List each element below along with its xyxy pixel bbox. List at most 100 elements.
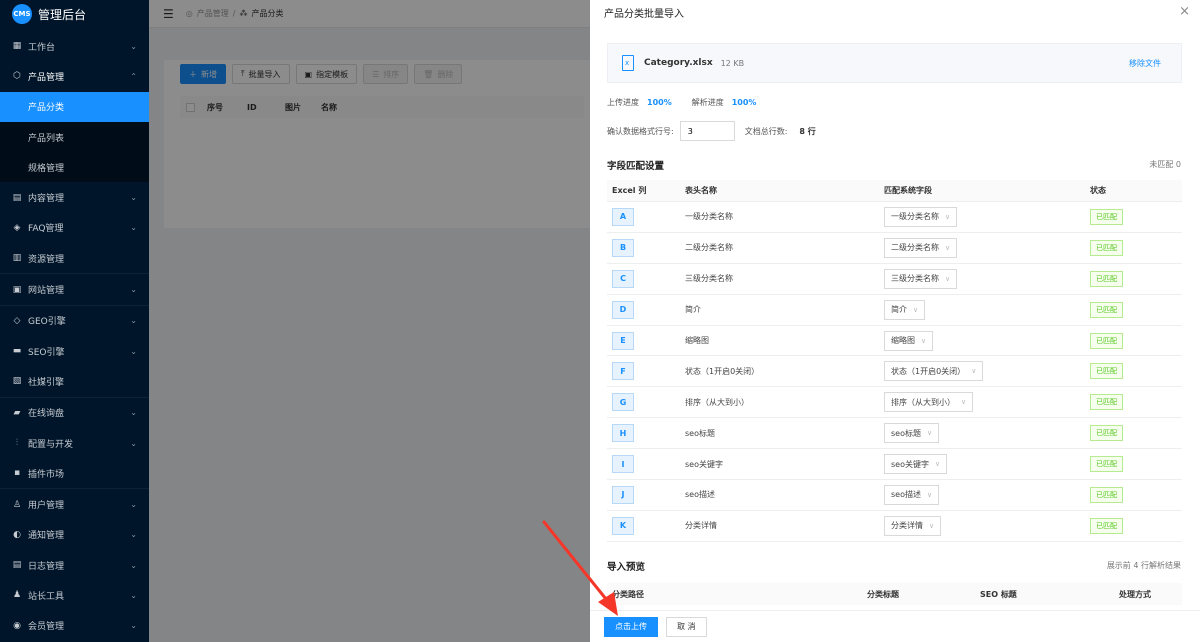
bell-icon: ◐	[13, 529, 21, 540]
remove-file-link[interactable]: 移除文件	[1129, 58, 1161, 69]
system-field-select[interactable]: 二级分类名称 ∨	[884, 237, 958, 258]
cancel-button[interactable]: 取 消	[666, 616, 707, 637]
tag-icon: ◈	[13, 222, 21, 233]
excel-col-cell: F	[607, 362, 685, 381]
sidebar-item[interactable]: ◉ 会员管理 ⌄	[0, 611, 149, 641]
sidebar-item-label: 网站管理	[28, 286, 65, 297]
table-row: Jseo描述 seo描述 ∨ 已匹配	[607, 480, 1182, 511]
sidebar-item[interactable]: ⬡ 产品管理 ⌃	[0, 61, 149, 91]
drawer-title: 产品分类批量导入	[604, 8, 684, 20]
chevron-icon: ⌄	[130, 408, 137, 418]
sidebar-item-label: 日志管理	[28, 561, 65, 572]
system-field-select[interactable]: 状态（1开启0关闭） ∨	[884, 361, 984, 382]
status-cell: 已匹配	[1090, 486, 1182, 503]
table-row: E 缩略图 缩略图 ∨ 已匹配	[607, 326, 1182, 357]
sidebar-item[interactable]: ⫶ 配置与开发 ⌄	[0, 428, 149, 458]
select-value: 缩略图	[891, 336, 915, 345]
chevron-icon: ⌄	[130, 438, 137, 448]
sidebar-item[interactable]: ▰ 在线询盘 ⌄	[0, 398, 149, 428]
sidebar-item[interactable]: ◈ FAQ管理 ⌄	[0, 213, 149, 243]
column-letter-badge: G	[612, 393, 634, 412]
excel-col-cell: B	[607, 238, 685, 257]
chevron-down-icon: ∨	[945, 243, 951, 252]
system-field-select[interactable]: 三级分类名称 ∨	[884, 268, 958, 289]
sidebar-item[interactable]: ▬ SEO引擎 ⌄	[0, 336, 149, 366]
chevron-icon: ⌄	[130, 500, 137, 510]
table-row: G 排序（从大到小） 排序（从大到小） ∨ 已匹配	[607, 387, 1182, 419]
sidebar-item[interactable]: ◇ GEO引擎 ⌄	[0, 306, 149, 336]
select-value: seo标题	[891, 428, 921, 438]
table-row: C 三级分类名称 三级分类名称 ∨ 已匹配	[607, 264, 1182, 295]
chat-icon: ▰	[13, 407, 21, 418]
sidebar-item[interactable]: ▤ 日志管理 ⌄	[0, 550, 149, 580]
member-icon: ◉	[13, 620, 21, 631]
chevron-icon: ⌄	[130, 223, 137, 233]
preview-title: 导入预览	[607, 562, 646, 573]
plugin-icon: ▪	[13, 468, 21, 479]
header-name-cell: 缩略图	[685, 336, 709, 345]
col-excel: Excel 列	[612, 186, 647, 195]
logo[interactable]: CMS 管理后台	[0, 0, 149, 28]
upload-button[interactable]: 点击上传	[604, 616, 658, 637]
sidebar-item[interactable]: ▣ 网站管理 ⌄	[0, 274, 149, 304]
submenu-item[interactable]: 规格管理	[0, 152, 149, 182]
chevron-icon: ⌄	[130, 285, 137, 295]
system-field-select[interactable]: 分类详情 ∨	[884, 515, 942, 536]
status-badge: 已匹配	[1090, 301, 1123, 318]
column-letter-badge: E	[612, 331, 634, 350]
chevron-icon: ⌄	[130, 530, 137, 540]
column-letter-badge: K	[612, 516, 634, 535]
unmatched-count: 未匹配 0	[1149, 160, 1181, 169]
format-row-input[interactable]	[679, 121, 735, 141]
sidebar-item-label: 产品管理	[28, 72, 65, 83]
table-row: A 一级分类名称 一级分类名称 ∨ 已匹配	[607, 202, 1182, 233]
sidebar: CMS 管理后台 ▦ 工作台 ⌄ ⬡ 产品管理 ⌃ 产品分类 产品列表 规格管理 ▤ 内容管理 ⌄ ◈ F…	[0, 0, 149, 642]
close-icon[interactable]: ×	[1179, 4, 1190, 19]
sidebar-item[interactable]: ♙ 用户管理 ⌄	[0, 489, 149, 519]
sidebar-item[interactable]: ◐ 通知管理 ⌄	[0, 520, 149, 550]
app-title: 管理后台	[38, 7, 87, 22]
table-row: D 简介 简介 ∨ 已匹配	[607, 295, 1182, 326]
submenu-item[interactable]: 产品列表	[0, 122, 149, 152]
excel-col-cell: K	[607, 516, 685, 535]
header-name-cell: 分类详情	[685, 521, 717, 531]
system-field-select[interactable]: 简介 ∨	[884, 299, 926, 320]
select-value: seo关键字	[891, 459, 929, 469]
column-letter-badge: I	[612, 455, 634, 474]
sliders-icon: ⫶	[15, 438, 19, 448]
field-cell: 简介 ∨	[884, 299, 1090, 320]
sidebar-item[interactable]: ♟ 站长工具 ⌄	[0, 580, 149, 610]
sidebar-item-label: 站长工具	[28, 591, 65, 602]
cube-icon: ⬡	[13, 71, 21, 82]
column-letter-badge: D	[612, 300, 634, 319]
sidebar-item[interactable]: ▪ 插件市场	[0, 458, 149, 488]
status-cell: 已匹配	[1090, 394, 1182, 411]
system-field-select[interactable]: 一级分类名称 ∨	[884, 206, 958, 227]
sidebar-item[interactable]: ▦ 工作台 ⌄	[0, 31, 149, 61]
col-system-field: 匹配系统字段	[884, 186, 932, 195]
system-field-select[interactable]: 缩略图 ∨	[884, 330, 934, 351]
column-letter-badge: C	[612, 269, 634, 288]
sidebar-item[interactable]: ▤ 内容管理 ⌄	[0, 182, 149, 212]
field-cell: seo关键字 ∨	[884, 454, 1090, 475]
chevron-icon: ⌄	[130, 193, 137, 203]
import-drawer: 产品分类批量导入 × Category.xlsx 12 KB 移除文件 上传进度…	[590, 0, 1200, 642]
column-letter-badge: A	[612, 207, 634, 226]
system-field-select[interactable]: 排序（从大到小） ∨	[884, 392, 974, 413]
status-badge: 已匹配	[1090, 239, 1123, 256]
modal-mask[interactable]	[149, 0, 600, 642]
system-field-select[interactable]: seo关键字 ∨	[884, 454, 948, 475]
system-field-select[interactable]: seo标题 ∨	[884, 423, 940, 444]
select-value: 简介	[891, 305, 907, 315]
field-cell: 状态（1开启0关闭） ∨	[884, 361, 1090, 382]
sidebar-item-label: 在线询盘	[28, 409, 65, 420]
sidebar-item[interactable]: ▥ 资源管理	[0, 243, 149, 273]
submenu-item[interactable]: 产品分类	[0, 91, 149, 122]
status-cell: 已匹配	[1090, 301, 1182, 318]
sidebar-item[interactable]: ▧ 社媒引擎	[0, 366, 149, 396]
status-badge: 已匹配	[1090, 486, 1123, 503]
header-name-cell: seo标题	[685, 428, 715, 438]
chevron-down-icon: ∨	[921, 336, 927, 345]
system-field-select[interactable]: seo描述 ∨	[884, 484, 940, 505]
excel-col-cell: E	[607, 331, 685, 350]
